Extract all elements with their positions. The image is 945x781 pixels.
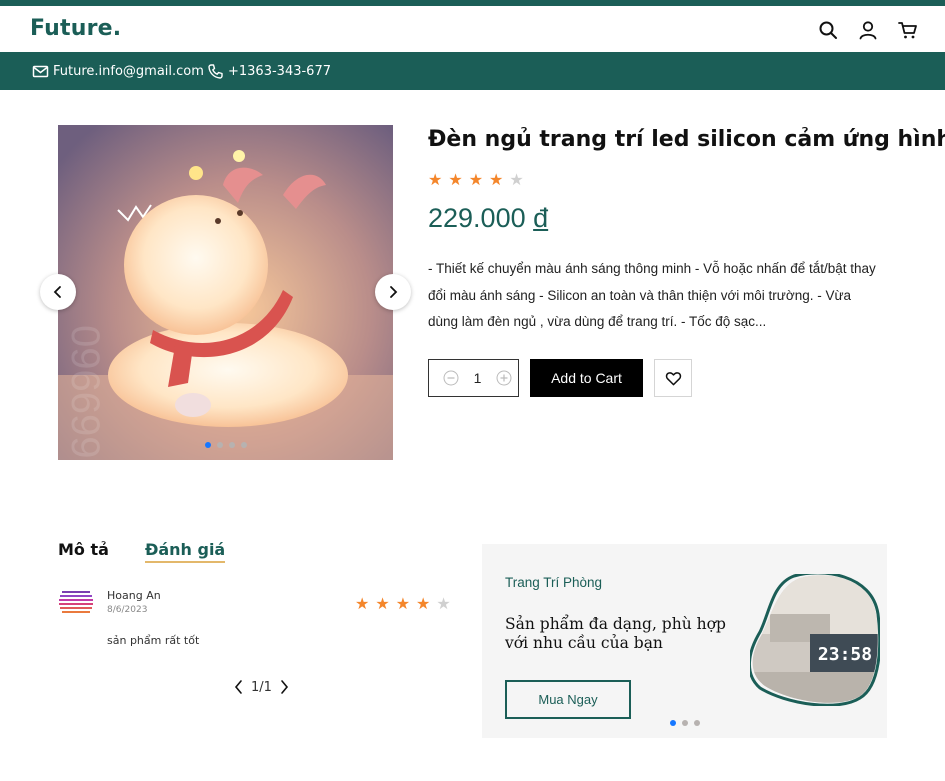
slide-dot[interactable] [228, 442, 235, 448]
star-filled-icon: ★ [395, 594, 411, 613]
slide-dot[interactable] [669, 720, 676, 726]
promo-headline: Sản phẩm đa dạng, phù hợp với nhu cầu củ… [505, 615, 726, 652]
price-value: 229.000 [428, 203, 526, 233]
email-text: Future.info@gmail.com [53, 64, 204, 79]
phone-contact[interactable]: +1363-343-677 [207, 63, 331, 80]
search-icon[interactable] [817, 19, 839, 41]
review-text: sản phẩm rất tốt [107, 634, 200, 647]
chevron-left-icon[interactable] [233, 679, 245, 695]
mail-icon [32, 65, 49, 78]
avatar [58, 584, 94, 620]
slide-dot[interactable] [216, 442, 223, 448]
star-filled-icon: ★ [428, 170, 443, 189]
gallery-prev-button[interactable] [40, 274, 76, 310]
star-empty-icon: ★ [509, 170, 524, 189]
cart-icon[interactable] [897, 19, 919, 41]
star-filled-icon: ★ [468, 170, 484, 189]
gallery-dots [58, 442, 393, 448]
product-tabs: Mô tả Đánh giá [58, 540, 226, 563]
chevron-right-icon[interactable] [278, 679, 290, 695]
tab-reviews[interactable]: Đánh giá [144, 540, 226, 563]
promo-dots [482, 720, 887, 726]
star-filled-icon: ★ [375, 594, 390, 613]
promo-image: 23:58 [750, 574, 880, 706]
promo-kicker: Trang Trí Phòng [505, 575, 603, 590]
product-price: 229.000 đ [428, 203, 548, 234]
wishlist-button[interactable] [654, 359, 692, 397]
product-rating: ★ ★ ★ ★ ★ [428, 172, 524, 188]
phone-icon [208, 64, 223, 79]
star-filled-icon: ★ [355, 594, 370, 613]
user-icon[interactable] [857, 19, 879, 41]
email-contact[interactable]: Future.info@gmail.com [32, 63, 204, 80]
add-to-cart-button[interactable]: Add to Cart [530, 359, 643, 397]
gallery-next-button[interactable] [375, 274, 411, 310]
star-filled-icon: ★ [448, 170, 463, 189]
tab-description[interactable]: Mô tả [58, 540, 109, 563]
price-currency: đ [533, 203, 549, 233]
reviewer-name: Hoang An [107, 589, 161, 602]
heart-icon [665, 371, 681, 385]
slide-dot[interactable] [204, 442, 211, 448]
chevron-left-icon [53, 286, 61, 298]
clock-display: 23:58 [818, 644, 872, 665]
star-empty-icon: ★ [436, 594, 451, 613]
slide-dot[interactable] [240, 442, 247, 448]
shop-now-button[interactable]: Mua Ngay [505, 680, 631, 719]
header-icons [817, 19, 919, 41]
quantity-value[interactable]: 1 [474, 370, 482, 386]
site-header: Future. [0, 6, 945, 52]
quantity-stepper: 1 [428, 359, 519, 397]
contact-bar: Future.info@gmail.com +1363-343-677 [0, 52, 945, 90]
svg-text:0966991: 0966991 [63, 325, 107, 460]
star-filled-icon: ★ [416, 594, 431, 613]
slide-dot[interactable] [681, 720, 688, 726]
minus-icon[interactable] [443, 370, 459, 386]
review-rating: ★ ★ ★ ★ ★ [355, 596, 451, 612]
star-filled-icon: ★ [489, 170, 504, 189]
chevron-right-icon [390, 286, 398, 298]
product-description: - Thiết kế chuyển màu ánh sáng thông min… [428, 261, 876, 329]
phone-text: +1363-343-677 [228, 64, 331, 79]
product-image: 0966991 [58, 125, 393, 460]
product-image-gallery: 0966991 [58, 125, 393, 460]
slide-dot[interactable] [693, 720, 700, 726]
plus-icon[interactable] [496, 370, 512, 386]
review-pagination: 1/1 [233, 679, 290, 695]
product-title: Đèn ngủ trang trí led silicon cảm ứng hì… [428, 127, 945, 152]
site-logo[interactable]: Future. [30, 16, 121, 41]
review-date: 8/6/2023 [107, 605, 148, 615]
promo-banner: Trang Trí Phòng Sản phẩm đa dạng, phù hợ… [482, 544, 887, 738]
page-indicator: 1/1 [251, 679, 272, 695]
